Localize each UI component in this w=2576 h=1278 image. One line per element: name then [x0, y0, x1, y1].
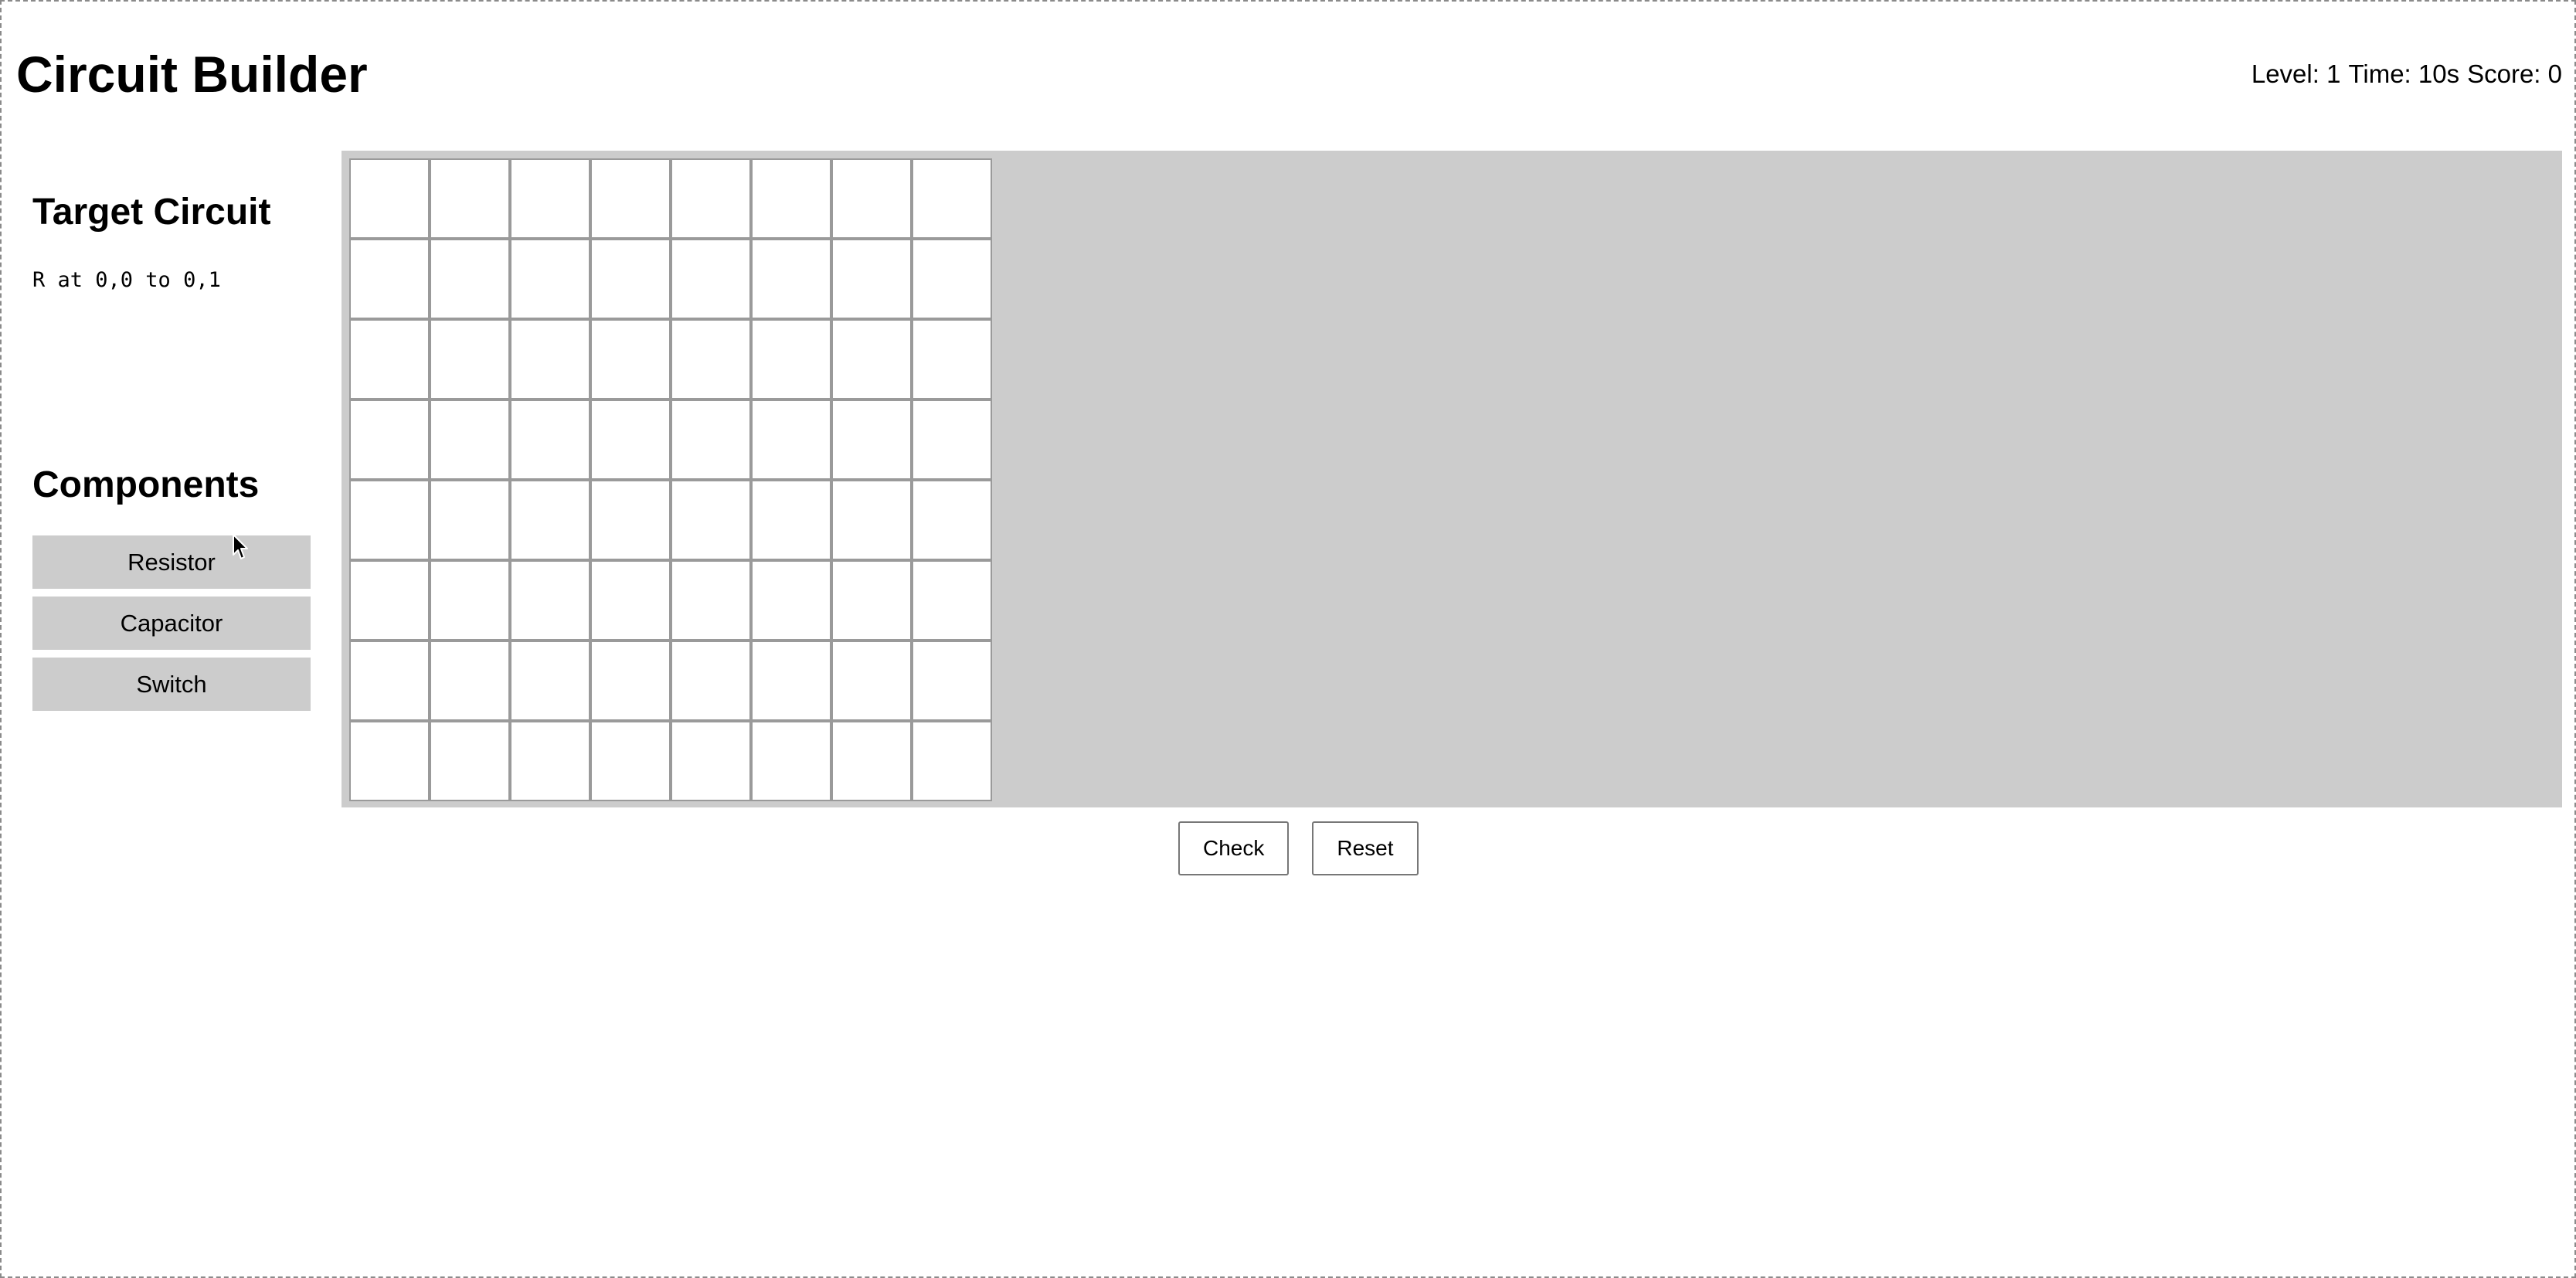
grid-cell-6-6[interactable] — [831, 641, 912, 721]
grid-cell-5-4[interactable] — [671, 560, 751, 641]
grid-cell-0-5[interactable] — [751, 158, 831, 239]
grid-cell-2-4[interactable] — [671, 319, 751, 399]
grid-cell-2-5[interactable] — [751, 319, 831, 399]
grid-cell-4-6[interactable] — [831, 480, 912, 560]
grid-cell-0-0[interactable] — [349, 158, 430, 239]
grid-cell-4-7[interactable] — [912, 480, 992, 560]
grid-cell-1-0[interactable] — [349, 239, 430, 319]
switch-button[interactable]: Switch — [32, 658, 311, 711]
grid-cell-2-2[interactable] — [510, 319, 590, 399]
grid-cell-5-2[interactable] — [510, 560, 590, 641]
grid-cell-5-5[interactable] — [751, 560, 831, 641]
grid-cell-7-1[interactable] — [430, 721, 510, 801]
grid-cell-0-1[interactable] — [430, 158, 510, 239]
grid-cell-5-0[interactable] — [349, 560, 430, 641]
grid-cell-1-4[interactable] — [671, 239, 751, 319]
grid-cell-1-2[interactable] — [510, 239, 590, 319]
grid-cell-6-4[interactable] — [671, 641, 751, 721]
score-display: Score: 0 — [2467, 59, 2562, 88]
grid-cell-0-4[interactable] — [671, 158, 751, 239]
grid-cell-2-3[interactable] — [590, 319, 671, 399]
grid-cell-6-2[interactable] — [510, 641, 590, 721]
grid-cell-6-3[interactable] — [590, 641, 671, 721]
grid-cell-4-3[interactable] — [590, 480, 671, 560]
grid-cell-0-3[interactable] — [590, 158, 671, 239]
grid-cell-3-4[interactable] — [671, 399, 751, 480]
grid-cell-3-7[interactable] — [912, 399, 992, 480]
grid-cell-4-0[interactable] — [349, 480, 430, 560]
level-display: Level: 1 — [2251, 59, 2341, 88]
grid-cell-1-6[interactable] — [831, 239, 912, 319]
grid-cell-2-6[interactable] — [831, 319, 912, 399]
status-bar: Level: 1 Time: 10s Score: 0 — [2251, 56, 2562, 93]
grid-cell-7-5[interactable] — [751, 721, 831, 801]
grid-cell-5-1[interactable] — [430, 560, 510, 641]
board-grid — [349, 158, 992, 801]
grid-cell-3-0[interactable] — [349, 399, 430, 480]
grid-cell-2-0[interactable] — [349, 319, 430, 399]
check-button[interactable]: Check — [1178, 821, 1290, 875]
grid-cell-7-7[interactable] — [912, 721, 992, 801]
grid-cell-7-0[interactable] — [349, 721, 430, 801]
grid-cell-7-3[interactable] — [590, 721, 671, 801]
component-list: Resistor Capacitor Switch — [32, 535, 311, 711]
grid-cell-5-3[interactable] — [590, 560, 671, 641]
grid-cell-3-3[interactable] — [590, 399, 671, 480]
page-title: Circuit Builder — [16, 46, 368, 103]
grid-cell-3-1[interactable] — [430, 399, 510, 480]
grid-cell-2-1[interactable] — [430, 319, 510, 399]
grid-cell-4-1[interactable] — [430, 480, 510, 560]
grid-cell-5-7[interactable] — [912, 560, 992, 641]
grid-cell-4-2[interactable] — [510, 480, 590, 560]
grid-cell-6-1[interactable] — [430, 641, 510, 721]
mouse-pointer-icon — [233, 534, 248, 559]
grid-cell-3-5[interactable] — [751, 399, 831, 480]
grid-cell-7-2[interactable] — [510, 721, 590, 801]
grid-cell-1-3[interactable] — [590, 239, 671, 319]
circuit-board — [342, 151, 2562, 807]
grid-cell-2-7[interactable] — [912, 319, 992, 399]
grid-cell-4-5[interactable] — [751, 480, 831, 560]
target-circuit-description: R at 0,0 to 0,1 — [32, 268, 221, 292]
grid-cell-0-7[interactable] — [912, 158, 992, 239]
grid-cell-3-6[interactable] — [831, 399, 912, 480]
resistor-button[interactable]: Resistor — [32, 535, 311, 589]
grid-cell-6-0[interactable] — [349, 641, 430, 721]
grid-cell-0-6[interactable] — [831, 158, 912, 239]
grid-cell-1-7[interactable] — [912, 239, 992, 319]
grid-cell-1-1[interactable] — [430, 239, 510, 319]
grid-cell-6-5[interactable] — [751, 641, 831, 721]
action-bar: Check Reset — [1178, 821, 1419, 875]
grid-cell-3-2[interactable] — [510, 399, 590, 480]
grid-cell-0-2[interactable] — [510, 158, 590, 239]
grid-cell-4-4[interactable] — [671, 480, 751, 560]
grid-cell-6-7[interactable] — [912, 641, 992, 721]
components-title: Components — [32, 464, 260, 505]
reset-button[interactable]: Reset — [1312, 821, 1419, 875]
target-circuit-title: Target Circuit — [32, 192, 271, 233]
grid-cell-7-4[interactable] — [671, 721, 751, 801]
grid-cell-1-5[interactable] — [751, 239, 831, 319]
capacitor-button[interactable]: Capacitor — [32, 597, 311, 650]
grid-cell-5-6[interactable] — [831, 560, 912, 641]
time-display: Time: 10s — [2348, 59, 2460, 88]
grid-cell-7-6[interactable] — [831, 721, 912, 801]
target-panel: Target Circuit R at 0,0 to 0,1 — [32, 189, 311, 294]
